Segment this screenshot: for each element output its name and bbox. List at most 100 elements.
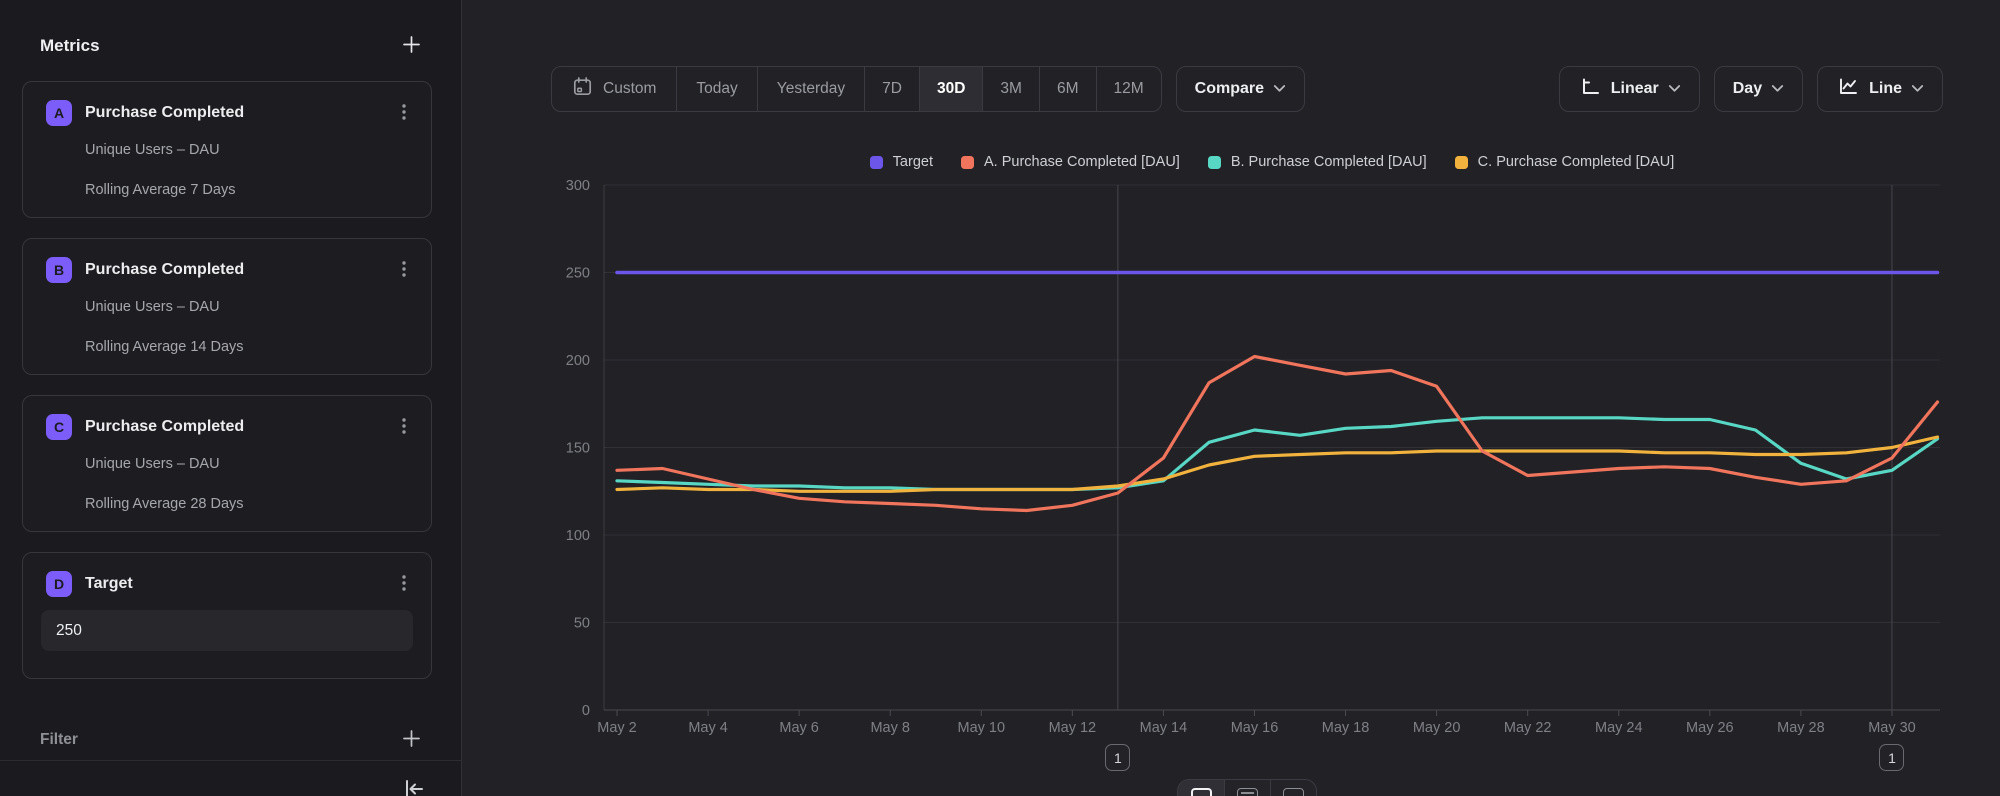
linear-axis-icon bbox=[1578, 76, 1602, 102]
sidebar-header: Metrics bbox=[40, 32, 423, 60]
view-table-button[interactable] bbox=[1224, 780, 1270, 796]
legend-swatch bbox=[870, 156, 883, 169]
plus-icon bbox=[402, 729, 421, 751]
view-chart-button[interactable] bbox=[1178, 780, 1224, 796]
compare-button[interactable]: Compare bbox=[1176, 66, 1305, 112]
x-axis-label: May 20 bbox=[1413, 720, 1461, 736]
chevron-down-icon bbox=[1273, 80, 1286, 98]
x-axis-label: May 14 bbox=[1140, 720, 1188, 736]
x-axis-label: May 8 bbox=[870, 720, 910, 736]
y-axis-label: 250 bbox=[566, 266, 590, 282]
sidebar-divider bbox=[0, 760, 461, 761]
range-label: 3M bbox=[1000, 80, 1022, 98]
range-label: Yesterday bbox=[777, 80, 845, 98]
y-axis-label: 300 bbox=[566, 178, 590, 194]
chart-display-controls: Linear Day bbox=[1559, 66, 1943, 112]
chart-legend: Target A. Purchase Completed [DAU] B. Purc… bbox=[604, 150, 1940, 174]
filter-label: Filter bbox=[40, 731, 78, 749]
range-yesterday[interactable]: Yesterday bbox=[757, 67, 864, 111]
range-custom[interactable]: Custom bbox=[552, 67, 676, 111]
view-card-button[interactable] bbox=[1270, 780, 1316, 796]
legend-item[interactable]: Target bbox=[870, 154, 933, 170]
legend-item[interactable]: A. Purchase Completed [DAU] bbox=[961, 154, 1180, 170]
metric-menu-button[interactable] bbox=[393, 573, 415, 595]
add-metric-button[interactable] bbox=[400, 33, 423, 59]
metric-letter-badge: C bbox=[46, 414, 72, 440]
range-label: 12M bbox=[1114, 80, 1144, 98]
range-label: Custom bbox=[603, 80, 656, 98]
metric-title-row: DTarget bbox=[46, 571, 413, 597]
series-line-c bbox=[617, 437, 1938, 491]
range-3m[interactable]: 3M bbox=[982, 67, 1039, 111]
filter-section-header: Filter bbox=[40, 726, 423, 754]
metric-title-row: C Purchase Completed bbox=[46, 414, 411, 440]
x-axis-label: May 16 bbox=[1231, 720, 1279, 736]
app-root: Metrics A Purchase Completed Unique Users … bbox=[0, 0, 2000, 796]
line-chart-icon bbox=[1836, 76, 1860, 102]
x-axis-label: May 24 bbox=[1595, 720, 1643, 736]
metric-card[interactable]: BPurchase CompletedUnique Users – DAURol… bbox=[22, 238, 432, 375]
scale-label: Linear bbox=[1611, 80, 1659, 98]
legend-item[interactable]: C. Purchase Completed [DAU] bbox=[1455, 154, 1675, 170]
metric-letter-badge: D bbox=[46, 571, 72, 597]
target-card[interactable]: DTarget bbox=[22, 552, 432, 679]
annotation-badge[interactable]: 1 bbox=[1879, 744, 1904, 771]
metric-title: Purchase Completed bbox=[85, 418, 244, 436]
table-view-icon bbox=[1237, 788, 1258, 796]
y-axis-label: 100 bbox=[566, 528, 590, 544]
x-axis-label: May 4 bbox=[688, 720, 728, 736]
x-axis-label: May 18 bbox=[1322, 720, 1370, 736]
kebab-menu-icon bbox=[394, 102, 414, 125]
metric-card[interactable]: APurchase CompletedUnique Users – DAURol… bbox=[22, 81, 432, 218]
y-axis-label: 0 bbox=[582, 703, 590, 719]
chart-toolbar: Custom Today Yesterday 7D30D 3M 6M 12M Compare… bbox=[551, 66, 1943, 112]
legend-swatch bbox=[961, 156, 974, 169]
metric-menu-button[interactable] bbox=[393, 416, 415, 438]
collapse-sidebar-button[interactable] bbox=[401, 776, 427, 796]
add-filter-button[interactable] bbox=[400, 727, 423, 753]
metric-card[interactable]: C Purchase Completed Unique Users – DAU Rol… bbox=[22, 395, 432, 532]
legend-label: Target bbox=[893, 154, 933, 170]
metric-letter-badge: A bbox=[46, 100, 72, 126]
legend-swatch bbox=[1455, 156, 1468, 169]
chart-type-select[interactable]: Line bbox=[1817, 66, 1943, 112]
metrics-sidebar: Metrics A Purchase Completed Unique Users … bbox=[0, 0, 462, 796]
kebab-menu-icon bbox=[394, 259, 414, 282]
chevron-down-icon bbox=[1911, 80, 1924, 98]
legend-label: B. Purchase Completed [DAU] bbox=[1231, 154, 1427, 170]
metric-menu-button[interactable] bbox=[393, 259, 415, 281]
range-today[interactable]: Today bbox=[676, 67, 756, 111]
range-12m[interactable]: 12M bbox=[1096, 67, 1161, 111]
annotation-badge[interactable]: 1 bbox=[1105, 744, 1130, 771]
metric-card-list: A Purchase Completed Unique Users – DAU Rol… bbox=[0, 81, 462, 699]
y-axis-label: 50 bbox=[574, 616, 590, 632]
metric-measure: Unique Users – DAU bbox=[85, 454, 411, 474]
range-7d[interactable]: 7D bbox=[864, 67, 919, 111]
metric-measure: Unique Users – DAU bbox=[85, 140, 411, 160]
interval-select[interactable]: Day bbox=[1714, 66, 1803, 112]
kebab-menu-icon bbox=[394, 416, 414, 439]
chevron-down-icon bbox=[1771, 80, 1784, 98]
x-axis-label: May 30 bbox=[1868, 720, 1916, 736]
metric-title: Purchase Completed bbox=[85, 104, 244, 122]
range-label: 6M bbox=[1057, 80, 1079, 98]
range-6m[interactable]: 6M bbox=[1039, 67, 1096, 111]
metric-title-row: A Purchase Completed bbox=[46, 100, 411, 126]
interval-label: Day bbox=[1733, 80, 1762, 98]
y-axis-label: 200 bbox=[566, 353, 590, 369]
metric-letter-badge: B bbox=[46, 257, 72, 283]
range-30d[interactable]: 30D bbox=[919, 67, 982, 111]
legend-item[interactable]: B. Purchase Completed [DAU] bbox=[1208, 154, 1427, 170]
range-label: Today bbox=[696, 80, 737, 98]
target-value-input[interactable] bbox=[41, 610, 413, 651]
metric-transform: Rolling Average 28 Days bbox=[85, 494, 411, 514]
x-axis-label: May 12 bbox=[1049, 720, 1097, 736]
collapse-left-icon bbox=[401, 790, 427, 796]
series-line-b bbox=[617, 418, 1938, 490]
chart-view-icon bbox=[1191, 788, 1212, 796]
metric-title: Purchase Completed bbox=[85, 261, 244, 279]
card-view-icon bbox=[1283, 788, 1304, 796]
scale-select[interactable]: Linear bbox=[1559, 66, 1700, 112]
metric-menu-button[interactable] bbox=[393, 102, 415, 124]
metric-measure: Unique Users – DAU bbox=[85, 297, 411, 317]
